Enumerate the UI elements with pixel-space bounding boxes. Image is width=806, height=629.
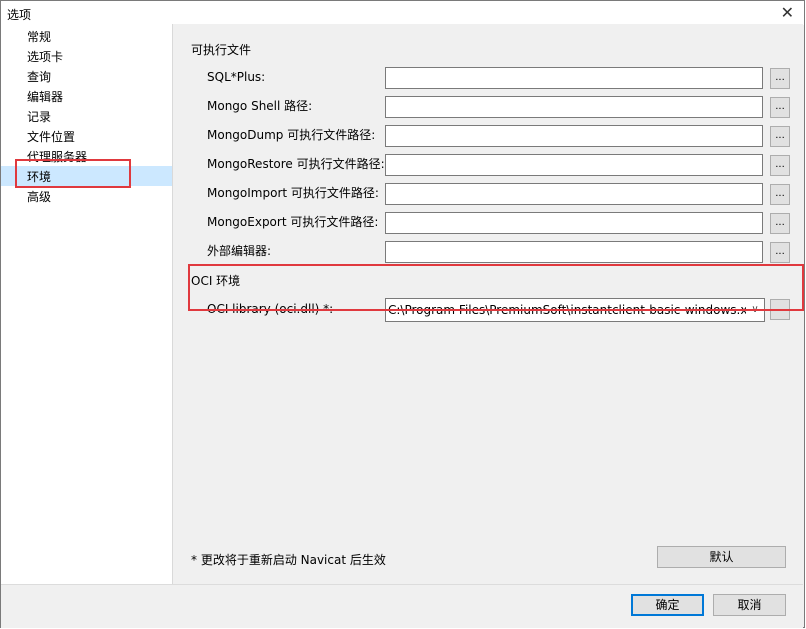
sqlplus-browse-button[interactable]: ... (770, 68, 790, 89)
sqlplus-label: SQL*Plus: (207, 70, 266, 84)
mongodump-browse-button[interactable]: ... (770, 126, 790, 147)
sidebar-item-file-location[interactable]: 文件位置 (27, 128, 75, 146)
mongorestore-field[interactable] (385, 154, 763, 176)
ok-button[interactable]: 确定 (631, 594, 704, 616)
title-bar: 选项 ✕ (1, 1, 804, 25)
mongo-shell-field[interactable] (385, 96, 763, 118)
mongoexport-field[interactable] (385, 212, 763, 234)
mongoexport-browse-button[interactable]: ... (770, 213, 790, 234)
executables-heading: 可执行文件 (191, 43, 252, 57)
default-button[interactable]: 默认 (657, 546, 786, 568)
cancel-button[interactable]: 取消 (713, 594, 786, 616)
annotation-box-oci (188, 264, 804, 311)
mongoimport-browse-button[interactable]: ... (770, 184, 790, 205)
mongodump-field[interactable] (385, 125, 763, 147)
sidebar-item-query[interactable]: 查询 (27, 68, 51, 86)
mongodump-label: MongoDump 可执行文件路径: (207, 128, 376, 142)
sidebar-item-general[interactable]: 常规 (27, 28, 51, 46)
external-editor-field[interactable] (385, 241, 763, 263)
mongo-shell-browse-button[interactable]: ... (770, 97, 790, 118)
sidebar-item-tabs[interactable]: 选项卡 (27, 48, 63, 66)
sidebar: 常规 选项卡 查询 编辑器 记录 文件位置 代理服务器 环境 高级 (1, 24, 173, 584)
mongoexport-label: MongoExport 可执行文件路径: (207, 215, 379, 229)
window-title: 选项 (7, 8, 32, 22)
annotation-box-sidebar (15, 159, 131, 188)
sidebar-item-editor[interactable]: 编辑器 (27, 88, 63, 106)
mongoimport-label: MongoImport 可执行文件路径: (207, 186, 379, 200)
sidebar-item-records[interactable]: 记录 (27, 108, 51, 126)
sidebar-item-advanced[interactable]: 高级 (27, 188, 51, 206)
mongo-shell-label: Mongo Shell 路径: (207, 99, 313, 113)
mongoimport-field[interactable] (385, 183, 763, 205)
restart-note: * 更改将于重新启动 Navicat 后生效 (191, 553, 386, 567)
close-icon[interactable]: ✕ (781, 4, 794, 22)
mongorestore-browse-button[interactable]: ... (770, 155, 790, 176)
mongorestore-label: MongoRestore 可执行文件路径: (207, 157, 385, 171)
external-editor-browse-button[interactable]: ... (770, 242, 790, 263)
external-editor-label: 外部编辑器: (207, 244, 272, 258)
sqlplus-field[interactable] (385, 67, 763, 89)
